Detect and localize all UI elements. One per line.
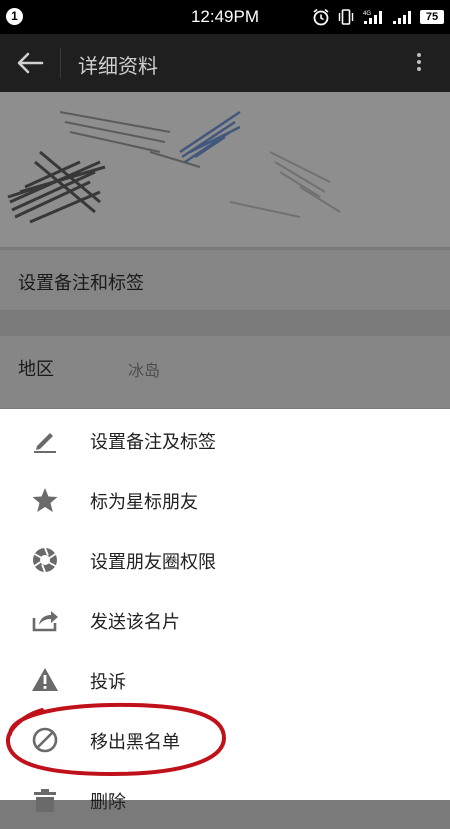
alarm-icon [313, 8, 329, 26]
battery-icon: 75 [420, 10, 444, 24]
menu-item-label: 删除 [90, 792, 126, 813]
share-icon [32, 611, 58, 632]
remark-row: 设置备注和标签 [0, 250, 450, 310]
pencil-icon [34, 433, 56, 453]
menu-item-moments-permission[interactable]: 设置朋友圈权限 [0, 529, 450, 589]
menu-item-set-remark[interactable]: 设置备注及标签 [0, 409, 450, 469]
region-row: 地区 冰岛 [0, 336, 450, 408]
back-arrow-icon[interactable] [16, 51, 44, 75]
region-value: 冰岛 [128, 361, 161, 380]
menu-item-label: 投诉 [90, 672, 126, 693]
menu-item-star-friend[interactable]: 标为星标朋友 [0, 469, 450, 529]
signal-icon [393, 11, 411, 24]
vibrate-icon [338, 9, 354, 25]
trash-icon [34, 789, 56, 812]
menu-item-label: 设置备注及标签 [90, 432, 216, 453]
region-label: 地区 [18, 359, 54, 380]
menu-item-send-card[interactable]: 发送该名片 [0, 589, 450, 649]
page-title: 详细资料 [78, 54, 158, 78]
profile-header-image [0, 92, 450, 247]
signal-4g-icon: 4G [363, 11, 382, 24]
remark-label: 设置备注和标签 [18, 273, 144, 294]
annotation-circle [6, 702, 227, 777]
status-bar: 1 12:49PM 4G 75 [0, 0, 450, 34]
menu-item-label: 设置朋友圈权限 [90, 552, 216, 573]
star-icon [32, 488, 58, 512]
menu-item-label: 标为星标朋友 [90, 492, 198, 513]
warning-icon [32, 668, 58, 691]
status-icons: 4G 75 [312, 7, 444, 27]
menu-item-label: 发送该名片 [90, 612, 180, 633]
more-options-icon[interactable] [416, 50, 422, 76]
app-bar: 详细资料 [0, 34, 450, 92]
app-bar-divider [60, 48, 61, 78]
network-type-label: 4G [363, 11, 371, 17]
aperture-icon [33, 547, 57, 573]
